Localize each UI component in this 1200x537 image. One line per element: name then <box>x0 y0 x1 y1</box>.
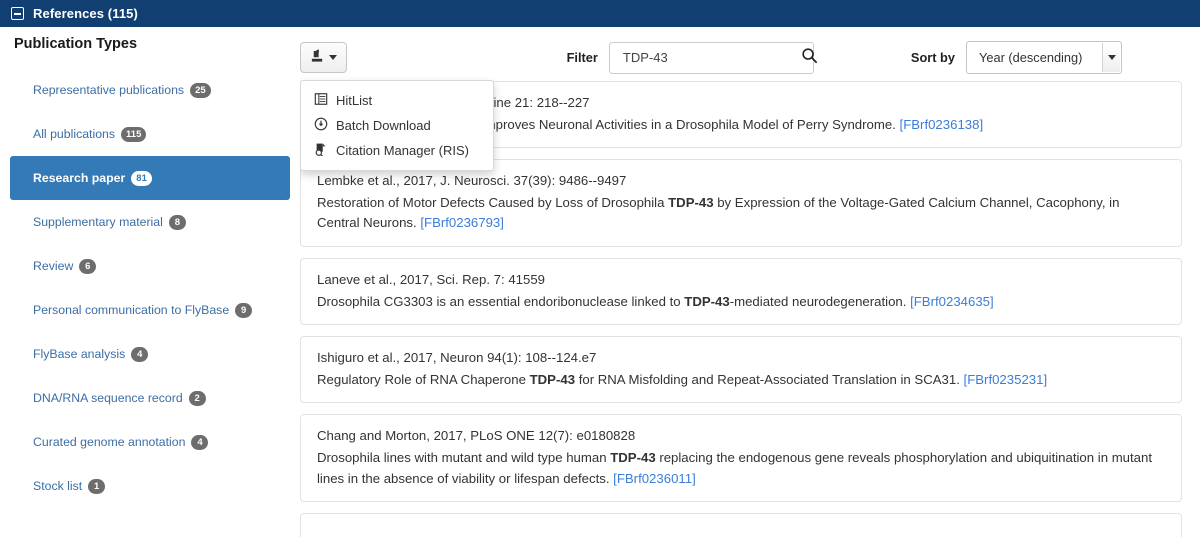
menu-item-hitlist[interactable]: HitList <box>301 88 493 113</box>
search-input[interactable] <box>620 49 801 66</box>
reference-title-highlight: TDP-43 <box>610 449 656 465</box>
reference-fbrf-link[interactable]: [FBrf0234635] <box>910 294 994 309</box>
sidebar-item-count-badge: 25 <box>190 82 211 98</box>
sidebar-item-count-badge: 6 <box>79 258 97 274</box>
sidebar-item-representative-publications[interactable]: Representative publications 25 <box>0 68 300 112</box>
reference-title-highlight: TDP-43 <box>684 293 730 309</box>
page-body: Publication Types Representative publica… <box>0 27 1200 537</box>
sidebar-item-count-badge: 115 <box>121 126 147 142</box>
sidebar-item-flybase-analysis[interactable]: FlyBase analysis 4 <box>0 332 300 376</box>
sidebar-item-label: Research paper <box>33 171 126 185</box>
reference-title-pre: Regulatory Role of RNA Chaperone <box>317 371 530 387</box>
reference-fbrf-link[interactable]: [FBrf0236138] <box>900 117 984 132</box>
sidebar-item-review[interactable]: Review 6 <box>0 244 300 288</box>
reference-title-post: -mediated neurodegeneration. <box>729 293 911 309</box>
page-title: References (115) <box>33 6 138 21</box>
caret-down-icon <box>329 55 337 60</box>
sidebar-item-list: Representative publications 25 All publica… <box>0 68 300 508</box>
menu-item-citation-manager-ris[interactable]: Citation Manager (RIS) <box>301 138 493 163</box>
references-header-bar: References (115) <box>0 0 1200 27</box>
references-toolbar: Filter Sort by Year (descending) <box>300 27 1182 81</box>
sidebar-item-count-badge: 8 <box>168 214 186 230</box>
reference-title-highlight: TDP-43 <box>529 371 576 387</box>
reference-title-pre: Drosophila CG3303 is an essential endori… <box>317 293 685 309</box>
sidebar-item-count-badge: 4 <box>131 346 149 362</box>
sidebar-item-count-badge: 81 <box>131 170 152 186</box>
sidebar-item-curated-genome-annotation[interactable]: Curated genome annotation 4 <box>0 420 300 464</box>
sort-by-label: Sort by <box>910 50 955 65</box>
sidebar-item-label: FlyBase analysis <box>33 347 126 361</box>
reference-title: Improves Neuronal Activities in a Drosop… <box>481 115 1165 136</box>
sidebar-item-supplementary-material[interactable]: Supplementary material 8 <box>0 200 300 244</box>
sidebar-heading: Publication Types <box>14 36 138 52</box>
filter-label: Filter <box>566 50 598 65</box>
export-document-icon <box>310 48 325 68</box>
sidebar-item-count-badge: 4 <box>191 434 209 450</box>
menu-item-label: Batch Download <box>336 118 431 133</box>
caret-down-glyph <box>1107 55 1116 60</box>
reference-title-pre: Restoration of Motor Defects Caused by L… <box>317 194 669 210</box>
reference-title: Drosophila lines with mutant and wild ty… <box>317 448 1165 489</box>
menu-item-label: HitList <box>336 93 373 108</box>
reference-title-pre: Improves Neuronal Activities in a Drosop… <box>481 116 900 132</box>
sort-by-select[interactable]: Year (descending) <box>966 41 1122 74</box>
sidebar-item-label: Personal communication to FlyBase <box>33 303 230 317</box>
chevron-down-icon[interactable] <box>1102 43 1120 72</box>
reference-citation: Chang and Morton, 2017, PLoS ONE 12(7): … <box>317 428 636 444</box>
sidebar-item-personal-communication-to-flybase[interactable]: Personal communication to FlyBase 9 <box>0 288 300 332</box>
sidebar-item-label: Review <box>33 259 74 273</box>
reference-fbrf-link[interactable]: [FBrf0236011] <box>613 471 696 486</box>
reference-title-highlight: TDP-43 <box>668 194 714 210</box>
sidebar-item-dna-rna-sequence-record[interactable]: DNA/RNA sequence record 2 <box>0 376 300 420</box>
filter-box[interactable] <box>608 41 817 74</box>
sidebar-item-label: DNA/RNA sequence record <box>33 391 183 405</box>
reference-card <box>300 513 1182 537</box>
publication-types-sidebar: Publication Types Representative publica… <box>0 27 300 537</box>
reference-card: Ishiguro et al., 2017, Neuron 94(1): 108… <box>300 336 1182 404</box>
sidebar-item-label: Curated genome annotation <box>33 435 186 449</box>
reference-fbrf-link[interactable]: [FBrf0235231] <box>964 372 1048 387</box>
sidebar-item-research-paper[interactable]: Research paper 81 <box>10 156 290 200</box>
reference-fbrf-link[interactable]: [FBrf0236793] <box>420 215 504 230</box>
export-dropdown-button[interactable] <box>300 42 347 73</box>
sidebar-item-label: All publications <box>33 127 116 141</box>
reference-citation: Laneve et al., 2017, Sci. Rep. 7: 41559 <box>317 271 546 287</box>
reference-citation: licine 21: 218--227 <box>481 95 590 110</box>
sidebar-item-count-badge: 1 <box>88 478 106 494</box>
menu-item-label: Citation Manager (RIS) <box>336 143 469 158</box>
reference-title-pre: Drosophila lines with mutant and wild ty… <box>317 449 611 465</box>
reference-card: Lembke et al., 2017, J. Neurosci. 37(39)… <box>300 159 1182 247</box>
search-icon[interactable] <box>801 47 818 69</box>
reference-title-post: for RNA Misfolding and Repeat-Associated… <box>575 371 964 387</box>
filter-group: Filter <box>566 41 817 74</box>
citation-export-icon <box>314 142 328 159</box>
sidebar-item-label: Supplementary material <box>33 215 163 229</box>
minus-square-icon[interactable] <box>11 7 24 20</box>
menu-item-batch-download[interactable]: Batch Download <box>301 113 493 138</box>
sidebar-item-all-publications[interactable]: All publications 115 <box>0 112 300 156</box>
sidebar-item-stock-list[interactable]: Stock list 1 <box>0 464 300 508</box>
references-main-panel: Filter Sort by Year (descending) <box>300 27 1200 537</box>
sidebar-item-count-badge: 2 <box>188 390 206 406</box>
reference-citation: Ishiguro et al., 2017, Neuron 94(1): 108… <box>317 350 597 366</box>
reference-title: Drosophila CG3303 is an essential endori… <box>317 292 1165 313</box>
sidebar-item-count-badge: 9 <box>235 302 253 318</box>
reference-card: Chang and Morton, 2017, PLoS ONE 12(7): … <box>300 414 1182 503</box>
sort-by-value: Year (descending) <box>979 50 1083 65</box>
sidebar-item-label: Stock list <box>33 479 83 493</box>
reference-card: Laneve et al., 2017, Sci. Rep. 7: 41559 D… <box>300 257 1182 326</box>
reference-title: Restoration of Motor Defects Caused by L… <box>317 193 1165 234</box>
list-table-icon <box>314 92 328 109</box>
reference-citation: Lembke et al., 2017, J. Neurosci. 37(39)… <box>317 173 627 189</box>
sort-group: Sort by Year (descending) <box>911 41 1122 74</box>
export-dropdown-menu[interactable]: HitList Batch Download Citation Manager (R… <box>300 80 494 171</box>
reference-title: Regulatory Role of RNA Chaperone TDP-43 … <box>317 370 1165 391</box>
sidebar-item-label: Representative publications <box>33 83 185 97</box>
download-circle-icon <box>314 117 328 134</box>
